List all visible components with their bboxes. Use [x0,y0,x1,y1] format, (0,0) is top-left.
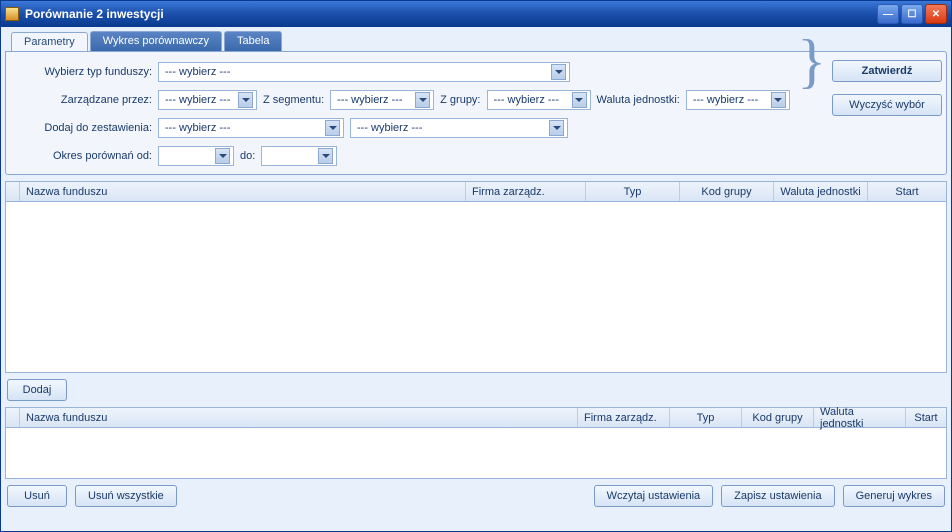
generate-chart-button[interactable]: Generuj wykres [843,485,945,507]
window-title: Porównanie 2 inwestycji [25,7,164,21]
chevron-down-icon [325,120,340,136]
bottom-grid-body[interactable] [6,428,946,478]
segment-combo[interactable]: --- wybierz --- [330,90,434,110]
bottom-grid-header: Nazwa funduszu Firma zarządz. Typ Kod gr… [6,408,946,428]
tab-wykres[interactable]: Wykres porównawczy [90,31,222,51]
managed-by-combo[interactable]: --- wybierz --- [158,90,257,110]
fund-type-combo[interactable]: --- wybierz --- [158,62,570,82]
load-settings-button[interactable]: Wczytaj ustawienia [594,485,714,507]
col-unit-currency[interactable]: Waluta jednostki [814,408,906,427]
date-to-combo[interactable] [261,146,337,166]
right-button-group: } Zatwierdź Wyczyść wybór [797,52,942,116]
col-unit-currency[interactable]: Waluta jednostki [774,182,868,201]
titlebar-left: Porównanie 2 inwestycji [5,7,164,21]
add-button[interactable]: Dodaj [7,379,67,401]
chevron-down-icon [215,148,230,164]
col-mgmt[interactable]: Firma zarządz. [578,408,670,427]
clear-button[interactable]: Wyczyść wybór [832,94,942,116]
remove-all-button[interactable]: Usuń wszystkie [75,485,177,507]
chevron-down-icon [415,92,430,108]
label-add-to-list: Dodaj do zestawienia: [16,122,152,134]
window: Porównanie 2 inwestycji — ☐ ✕ Parametry … [0,0,952,532]
col-type[interactable]: Typ [586,182,680,201]
label-compare-from: Okres porównań od: [16,150,152,162]
chevron-down-icon [318,148,333,164]
row-selector-header[interactable] [6,182,20,201]
col-group-code[interactable]: Kod grupy [680,182,774,201]
add-button-bar: Dodaj [5,373,947,407]
unit-currency-combo[interactable]: --- wybierz --- [686,90,790,110]
label-to: do: [240,150,255,162]
remove-button[interactable]: Usuń [7,485,67,507]
col-start[interactable]: Start [868,182,946,201]
col-group-code[interactable]: Kod grupy [742,408,814,427]
add-to-list-value-1: --- wybierz --- [165,122,230,134]
chevron-down-icon [549,120,564,136]
top-grid-header: Nazwa funduszu Firma zarządz. Typ Kod gr… [6,182,946,202]
chevron-down-icon [771,92,786,108]
col-fund-name[interactable]: Nazwa funduszu [20,182,466,201]
window-controls: — ☐ ✕ [877,4,947,24]
col-type[interactable]: Typ [670,408,742,427]
brace-decoration: } [797,46,826,76]
date-from-combo[interactable] [158,146,234,166]
save-settings-button[interactable]: Zapisz ustawienia [721,485,834,507]
maximize-button[interactable]: ☐ [901,4,923,24]
segment-value: --- wybierz --- [337,94,402,106]
minimize-button[interactable]: — [877,4,899,24]
label-group: Z grupy: [440,94,480,106]
parameters-panel: Wybierz typ funduszy: --- wybierz --- Za… [5,51,947,175]
managed-by-value: --- wybierz --- [165,94,230,106]
top-grid-body[interactable] [6,202,946,372]
col-mgmt[interactable]: Firma zarządz. [466,182,586,201]
label-managed-by: Zarządzane przez: [16,94,152,106]
add-to-list-combo-2[interactable]: --- wybierz --- [350,118,568,138]
group-combo[interactable]: --- wybierz --- [487,90,591,110]
label-segment: Z segmentu: [263,94,324,106]
top-grid: Nazwa funduszu Firma zarządz. Typ Kod gr… [5,181,947,373]
client-area: Parametry Wykres porównawczy Tabela Wybi… [1,27,951,531]
group-value: --- wybierz --- [494,94,559,106]
col-fund-name[interactable]: Nazwa funduszu [20,408,578,427]
add-to-list-combo-1[interactable]: --- wybierz --- [158,118,344,138]
app-icon [5,7,19,21]
chevron-down-icon [238,92,253,108]
unit-currency-value: --- wybierz --- [693,94,758,106]
bottom-grid: Nazwa funduszu Firma zarządz. Typ Kod gr… [5,407,947,479]
label-fund-type: Wybierz typ funduszy: [16,66,152,78]
chevron-down-icon [572,92,587,108]
tab-parametry[interactable]: Parametry [11,32,88,52]
confirm-button[interactable]: Zatwierdź [832,60,942,82]
close-button[interactable]: ✕ [925,4,947,24]
fund-type-value: --- wybierz --- [165,66,230,78]
titlebar[interactable]: Porównanie 2 inwestycji — ☐ ✕ [1,1,951,27]
bottom-button-bar: Usuń Usuń wszystkie Wczytaj ustawienia Z… [5,479,947,507]
row-selector-header[interactable] [6,408,20,427]
label-unit-currency: Waluta jednostki: [597,94,680,106]
chevron-down-icon [551,64,566,80]
col-start[interactable]: Start [906,408,946,427]
tab-tabela[interactable]: Tabela [224,31,282,51]
add-to-list-value-2: --- wybierz --- [357,122,422,134]
